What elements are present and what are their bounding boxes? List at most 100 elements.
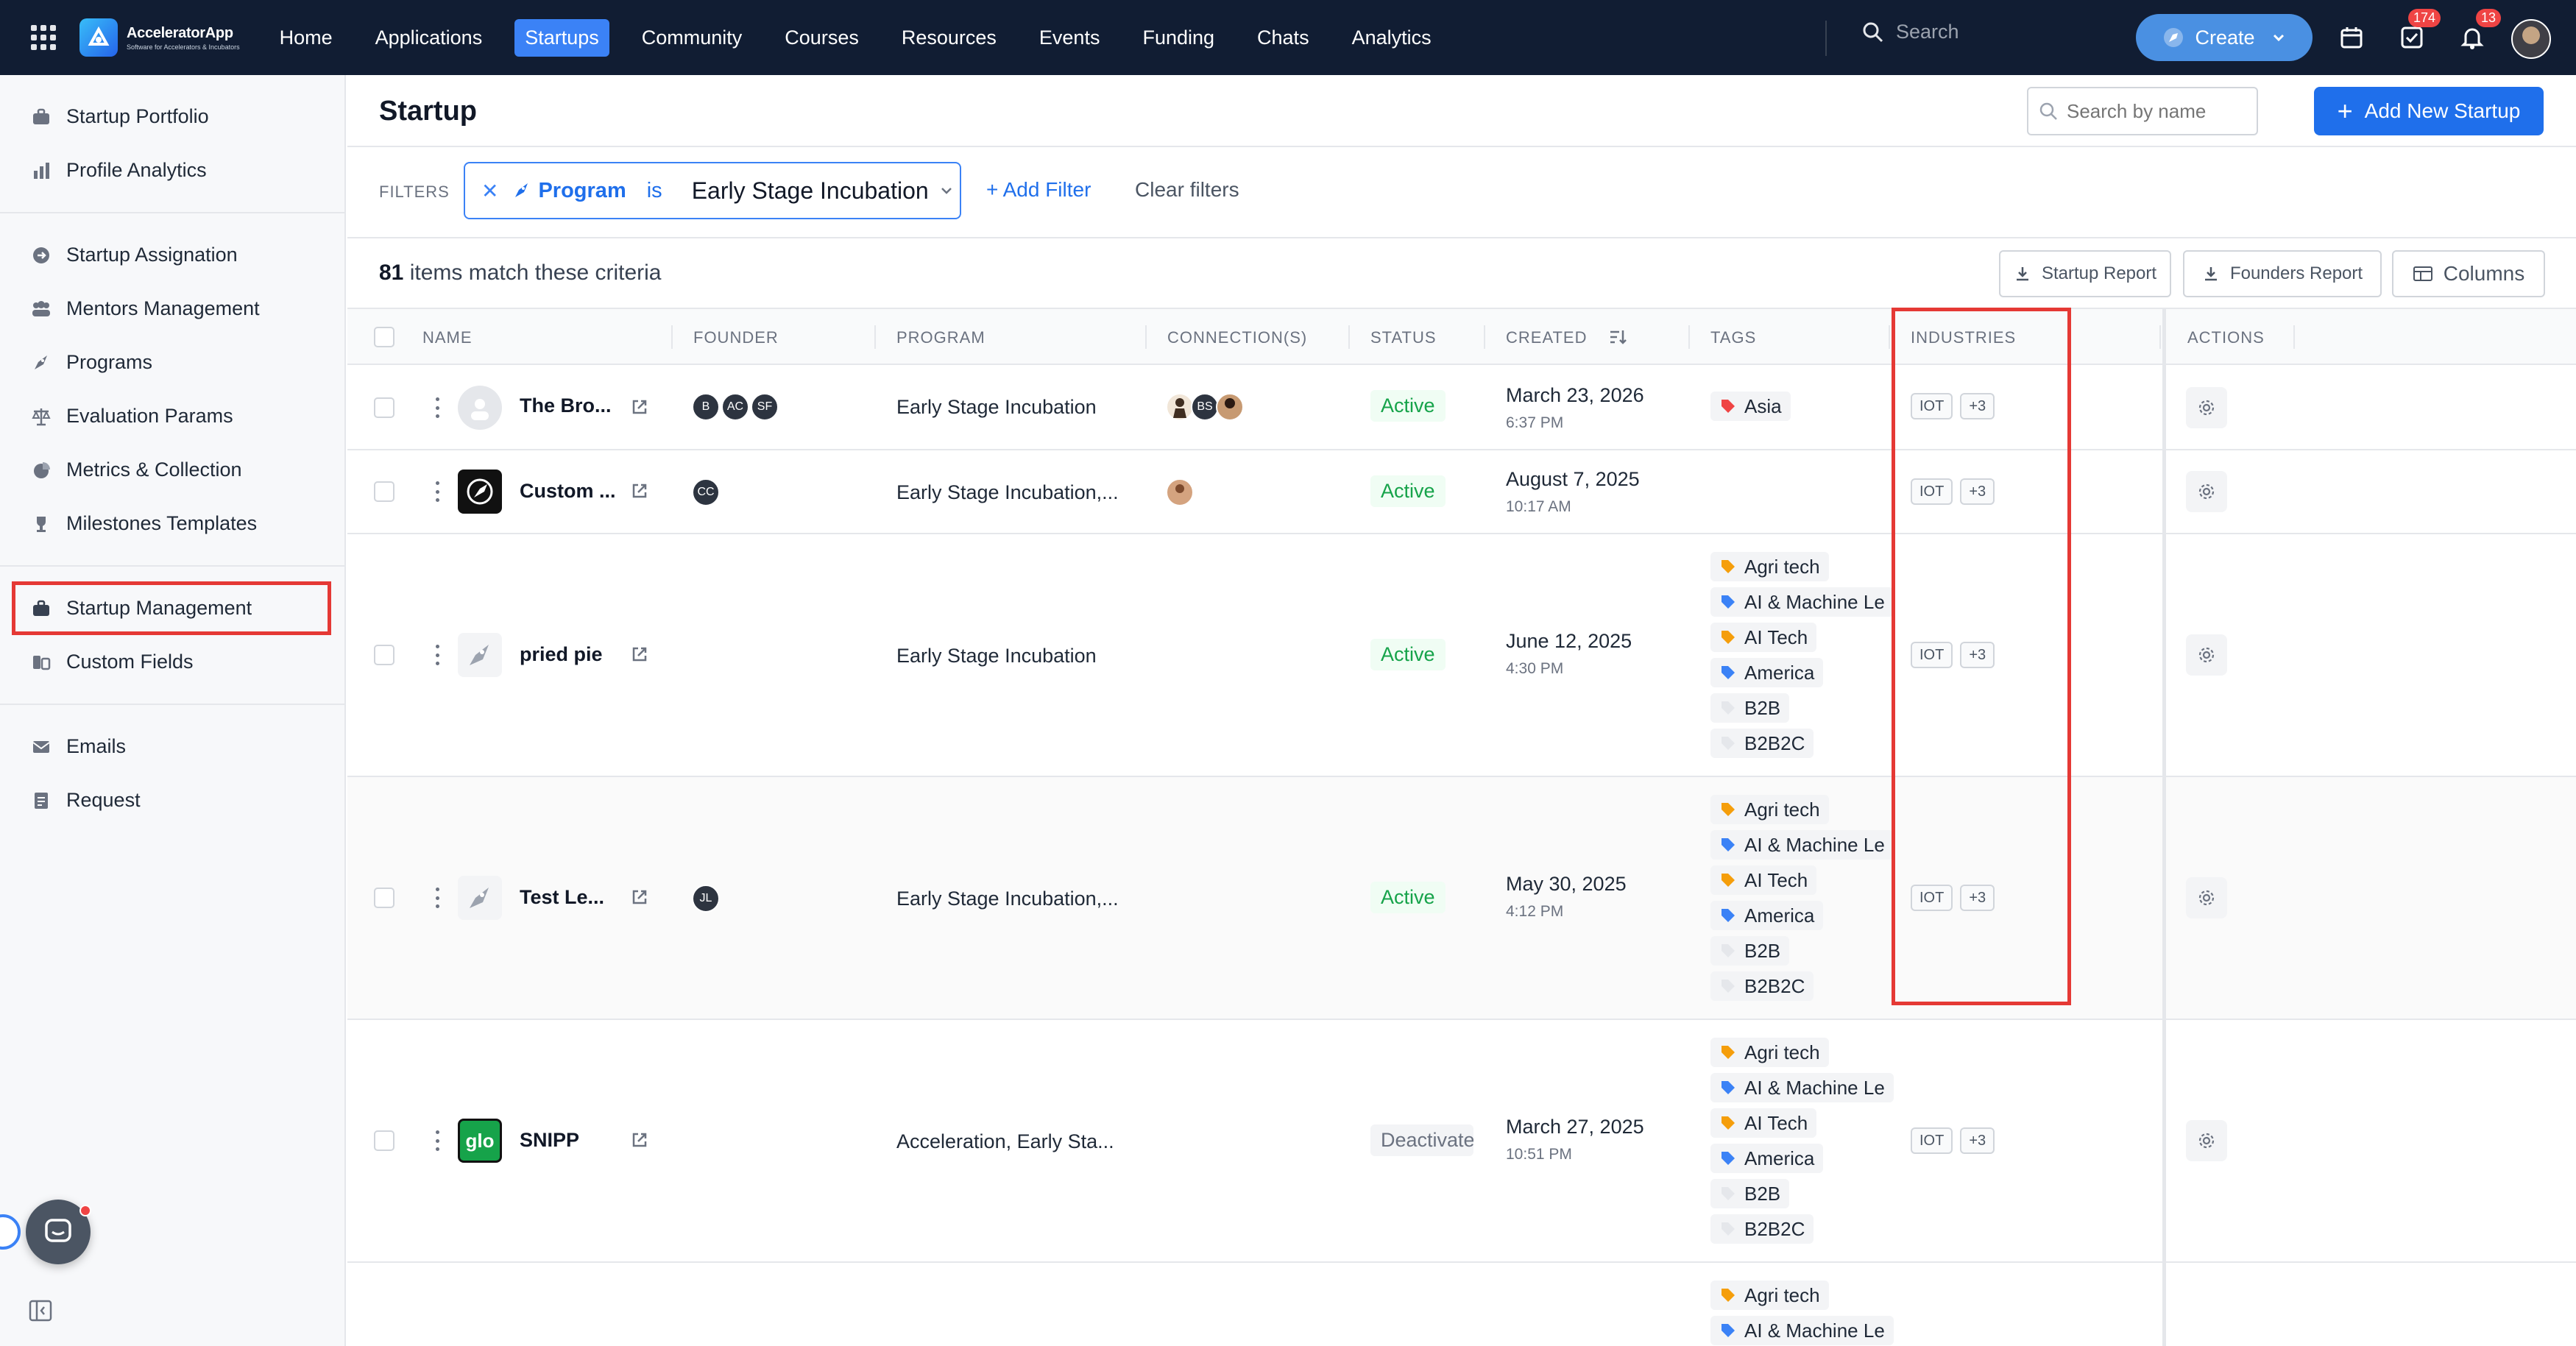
nav-funding[interactable]: Funding	[1132, 19, 1225, 57]
sidebar-item-startup-assignation[interactable]: Startup Assignation	[0, 228, 344, 282]
founders-report-button[interactable]: Founders Report	[2183, 250, 2382, 297]
nav-courses[interactable]: Courses	[774, 19, 869, 57]
row-checkbox[interactable]	[374, 397, 394, 418]
startup-name[interactable]: The Bro...	[520, 394, 612, 417]
search-by-name-input[interactable]	[2067, 99, 2251, 123]
notifications-bell-icon[interactable]: 13	[2457, 9, 2501, 53]
startup-name[interactable]: pried pie	[520, 643, 603, 666]
header-founder[interactable]: FOUNDER	[693, 328, 779, 347]
external-link-icon[interactable]	[629, 886, 651, 908]
header-name[interactable]: NAME	[422, 328, 473, 347]
user-avatar[interactable]	[2511, 19, 2551, 59]
add-new-startup-button[interactable]: + Add New Startup	[2314, 87, 2544, 135]
row-settings-button[interactable]	[2186, 1120, 2227, 1161]
industry-more-pill[interactable]: +3	[1960, 1127, 1995, 1154]
table-row: glo SNIPP Acceleration, Early Sta... Dea…	[347, 1020, 2576, 1263]
startup-report-button[interactable]: Startup Report	[1999, 250, 2171, 297]
external-link-icon[interactable]	[629, 396, 651, 418]
connection-avatar[interactable]	[1216, 393, 1244, 421]
add-filter-button[interactable]: + Add Filter	[986, 178, 1091, 202]
startup-name[interactable]: SNIPP	[520, 1129, 579, 1152]
industry-more-pill[interactable]: +3	[1960, 885, 1995, 911]
sidebar-item-evaluation-params[interactable]: Evaluation Params	[0, 389, 344, 443]
sidebar-item-request[interactable]: Request	[0, 773, 344, 827]
nav-events[interactable]: Events	[1029, 19, 1111, 57]
founder-avatar[interactable]: B	[692, 393, 720, 421]
calendar-icon[interactable]	[2336, 22, 2367, 53]
industry-pill[interactable]: IOT	[1911, 1127, 1953, 1154]
nav-applications[interactable]: Applications	[365, 19, 493, 57]
row-menu-icon[interactable]	[434, 645, 440, 665]
industries-cell: IOT +3	[1911, 393, 2002, 419]
tag: AI Tech	[1710, 865, 1817, 895]
sidebar-item-custom-fields[interactable]: Custom Fields	[0, 635, 344, 689]
nav-resources[interactable]: Resources	[891, 19, 1007, 57]
app-logo[interactable]: AcceleratorApp Software for Accelerators…	[79, 18, 240, 57]
sidebar-item-startup-portfolio[interactable]: Startup Portfolio	[0, 90, 344, 144]
row-checkbox[interactable]	[374, 1130, 394, 1151]
external-link-icon[interactable]	[629, 480, 651, 502]
row-settings-button[interactable]	[2186, 471, 2227, 512]
industry-pill[interactable]: IOT	[1911, 642, 1953, 668]
external-link-icon[interactable]	[629, 1129, 651, 1151]
founder-avatar[interactable]: JL	[692, 885, 720, 913]
founder-avatar[interactable]: CC	[692, 478, 720, 506]
global-search[interactable]: Search	[1862, 21, 1959, 43]
connection-avatar[interactable]: BS	[1191, 393, 1219, 421]
header-connections[interactable]: CONNECTION(S)	[1167, 328, 1307, 347]
row-menu-icon[interactable]	[434, 888, 440, 908]
nav-analytics[interactable]: Analytics	[1342, 19, 1442, 57]
header-industries[interactable]: INDUSTRIES	[1911, 328, 2016, 347]
row-menu-icon[interactable]	[434, 1130, 440, 1151]
row-checkbox[interactable]	[374, 481, 394, 502]
startup-name[interactable]: Test Le...	[520, 886, 604, 909]
industry-more-pill[interactable]: +3	[1960, 393, 1995, 419]
header-status[interactable]: STATUS	[1370, 328, 1437, 347]
industry-pill[interactable]: IOT	[1911, 478, 1953, 505]
header-tags[interactable]: TAGS	[1710, 328, 1756, 347]
industry-pill[interactable]: IOT	[1911, 885, 1953, 911]
sort-icon[interactable]	[1607, 327, 1628, 347]
sidebar-item-milestones-templates[interactable]: Milestones Templates	[0, 497, 344, 550]
header-actions[interactable]: ACTIONS	[2187, 328, 2265, 347]
select-all-checkbox[interactable]	[374, 327, 394, 347]
nav-startups[interactable]: Startups	[514, 18, 609, 57]
sidebar-item-mentors-management[interactable]: Mentors Management	[0, 282, 344, 336]
nav-home[interactable]: Home	[269, 19, 343, 57]
row-settings-button[interactable]	[2186, 387, 2227, 428]
sidebar-item-startup-management[interactable]: Startup Management	[12, 581, 331, 635]
create-button[interactable]: Create	[2136, 14, 2313, 61]
remove-filter-icon[interactable]: ✕	[481, 179, 498, 203]
tasks-icon[interactable]: 174	[2396, 9, 2441, 53]
industry-more-pill[interactable]: +3	[1960, 478, 1995, 505]
header-created[interactable]: CREATED	[1506, 328, 1588, 347]
collapse-sidebar-icon[interactable]	[28, 1298, 53, 1323]
connection-avatar[interactable]	[1166, 393, 1194, 421]
clear-filters-button[interactable]: Clear filters	[1135, 178, 1239, 202]
row-settings-button[interactable]	[2186, 877, 2227, 918]
search-by-name-field[interactable]	[2027, 87, 2258, 135]
founder-avatar[interactable]: AC	[721, 393, 749, 421]
sidebar-item-metrics-collection[interactable]: Metrics & Collection	[0, 443, 344, 497]
industry-pill[interactable]: IOT	[1911, 393, 1953, 419]
sidebar-item-profile-analytics[interactable]: Profile Analytics	[0, 144, 344, 197]
row-checkbox[interactable]	[374, 645, 394, 665]
connection-avatar[interactable]	[1166, 478, 1194, 506]
row-settings-button[interactable]	[2186, 634, 2227, 676]
program-filter-chip[interactable]: ✕ Program is Early Stage Incubation	[464, 162, 961, 219]
row-menu-icon[interactable]	[434, 481, 440, 502]
founder-avatar[interactable]: SF	[751, 393, 779, 421]
row-checkbox[interactable]	[374, 888, 394, 908]
sidebar-item-programs[interactable]: Programs	[0, 336, 344, 389]
sidebar-item-emails[interactable]: Emails	[0, 720, 344, 773]
apps-grid-icon[interactable]	[31, 25, 56, 50]
columns-button[interactable]: Columns	[2392, 250, 2545, 297]
industry-more-pill[interactable]: +3	[1960, 642, 1995, 668]
row-menu-icon[interactable]	[434, 397, 440, 418]
nav-community[interactable]: Community	[631, 19, 753, 57]
startup-name[interactable]: Custom ...	[520, 480, 616, 503]
external-link-icon[interactable]	[629, 643, 651, 665]
header-program[interactable]: PROGRAM	[896, 328, 986, 347]
nav-chats[interactable]: Chats	[1247, 19, 1320, 57]
chevron-down-icon	[2273, 34, 2284, 42]
